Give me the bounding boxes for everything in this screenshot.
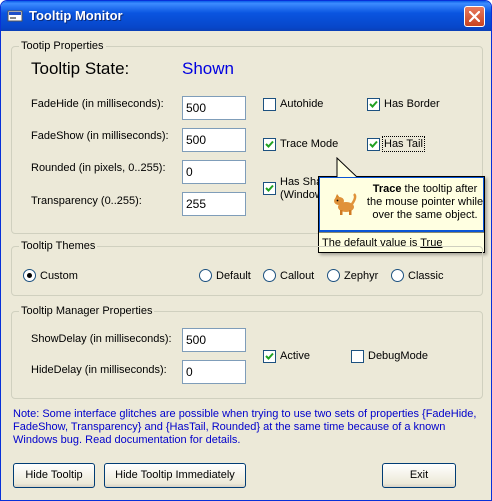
check-icon [369,100,378,108]
hide-tooltip-button[interactable]: Hide Tooltip [13,463,95,488]
tooltip-monitor-window: Tooltip Monitor Tootip Properties Toolti… [0,0,492,501]
group-title: Tooltip Manager Properties [19,305,155,318]
debugmode-label[interactable]: DebugMode [368,349,428,363]
autohide-label[interactable]: Autohide [280,97,323,111]
autohide-checkbox[interactable] [263,98,276,111]
theme-radio-callout[interactable] [263,269,276,282]
tooltip-state-value: Shown [182,59,234,78]
tooltip-separator [319,232,484,233]
showdelay-label: ShowDelay (in milliseconds): [31,333,172,345]
close-button[interactable] [464,6,485,27]
theme-radio-default[interactable] [199,269,212,282]
check-icon [265,352,274,360]
debugmode-checkbox[interactable] [351,350,364,363]
hasborder-label[interactable]: Has Border [384,97,440,111]
check-icon [265,140,274,148]
hasshadow-label-line2[interactable]: (Window [280,188,323,202]
hasshadow-label-line1[interactable]: Has Sha [280,175,322,189]
rounded-input[interactable]: 0 [182,160,246,184]
tracemode-label[interactable]: Trace Mode [280,137,338,151]
cat-icon [334,193,357,215]
hidedelay-label: HideDelay (in milliseconds): [31,364,167,376]
group-title: Tooltip Themes [19,240,98,253]
theme-radio-custom[interactable] [23,269,36,282]
hidedelay-input[interactable]: 0 [182,360,246,384]
hastail-label[interactable]: Has Tail [382,136,425,152]
rounded-label: Rounded (in pixels, 0..255): [31,162,166,174]
theme-radio-zephyr[interactable] [327,269,340,282]
app-icon [7,8,23,24]
note-text: Note: Some interface glitches are possib… [13,408,477,446]
fadehide-label: FadeHide (in milliseconds): [31,98,164,110]
theme-label-callout[interactable]: Callout [280,269,314,283]
fadeshow-label: FadeShow (in milliseconds): [31,130,169,142]
group-title: Tootip Properties [19,40,106,53]
hasshadow-checkbox[interactable] [263,182,276,195]
fadeshow-input[interactable]: 500 [182,128,246,152]
check-icon [265,184,274,192]
fadehide-input[interactable]: 500 [182,96,246,120]
tooltip-text: Trace the tooltip after the mouse pointe… [366,183,484,222]
hide-tooltip-immediately-button[interactable]: Hide Tooltip Immediately [104,463,246,488]
transparency-input[interactable]: 255 [182,192,246,216]
theme-label-custom[interactable]: Custom [40,269,78,283]
window-title: Tooltip Monitor [29,8,123,23]
tooltip-bold-word: Trace [372,183,402,195]
check-icon [369,140,378,148]
theme-label-classic[interactable]: Classic [408,269,443,283]
title-bar[interactable]: Tooltip Monitor [1,1,491,31]
active-label[interactable]: Active [280,349,310,363]
hastail-checkbox[interactable] [367,138,380,151]
hasborder-checkbox[interactable] [367,98,380,111]
theme-radio-classic[interactable] [391,269,404,282]
showdelay-input[interactable]: 500 [182,328,246,352]
transparency-label: Transparency (0..255): [31,195,142,207]
radio-selected-dot [27,273,32,278]
active-checkbox[interactable] [263,350,276,363]
close-icon [469,11,480,22]
tooltip-tail [336,157,360,179]
theme-label-zephyr[interactable]: Zephyr [344,269,378,283]
exit-button[interactable]: Exit [382,463,456,488]
theme-label-default[interactable]: Default [216,269,251,283]
tracemode-checkbox[interactable] [263,138,276,151]
tooltip-state-label: Tooltip State: [31,59,130,78]
tooltip-popup: Trace the tooltip after the mouse pointe… [318,157,485,253]
